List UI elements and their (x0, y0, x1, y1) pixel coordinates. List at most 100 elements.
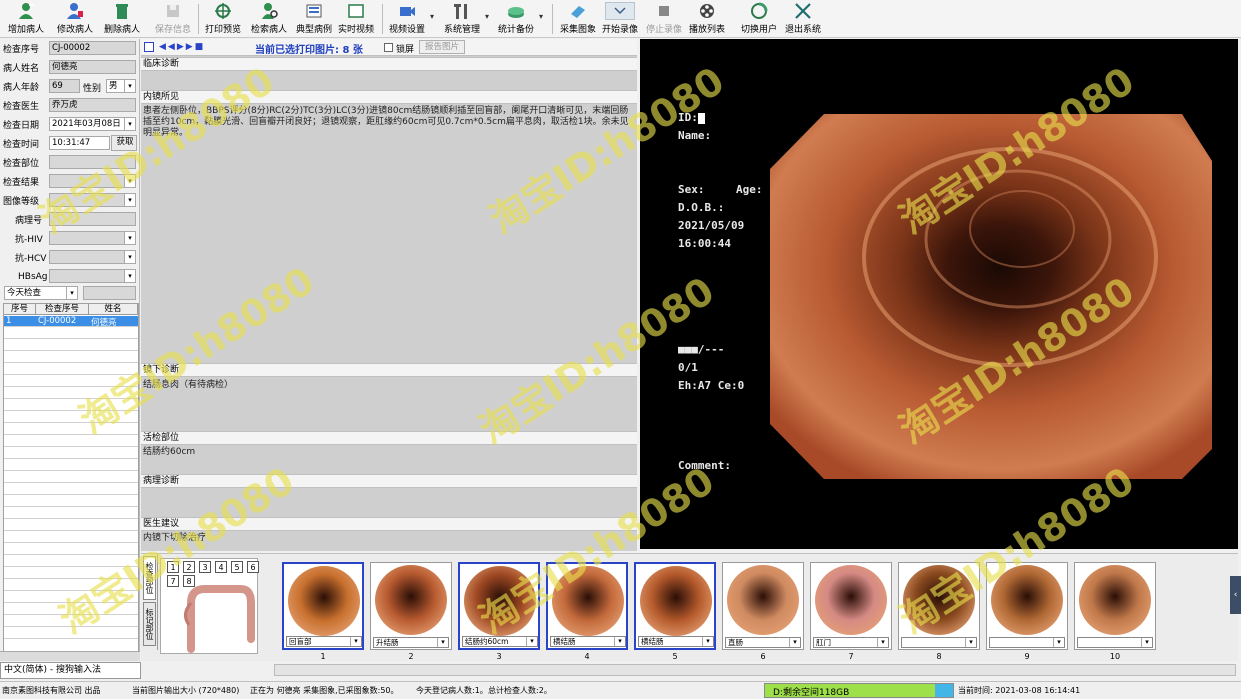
lock-checkbox[interactable] (384, 43, 393, 52)
exam-no-label: 检查序号 (3, 45, 40, 55)
print-preview-button[interactable]: 打印预览 (205, 2, 241, 36)
site-number-button[interactable]: 8 (183, 575, 195, 587)
hcv-select[interactable]: ▾ (49, 250, 136, 264)
edit-patient-button[interactable]: 修改病人 (57, 2, 93, 36)
date-picker[interactable]: 2021年03月08日 ▾ (49, 117, 136, 131)
delete-patient-button[interactable]: 删除病人 (104, 2, 140, 36)
fetch-time-button[interactable]: 获取 (111, 135, 137, 151)
endoscopic-diagnosis-title: 镜下诊断 (141, 363, 637, 377)
playlist-button[interactable]: 播放列表 (689, 2, 725, 36)
endoscopic-findings-text[interactable]: 患者左侧卧位，BBPS评分(8分)RC(2分)TC(3分)LC(3分)进镜80c… (143, 106, 635, 362)
col-header-exam-no[interactable]: 检查序号 (36, 304, 89, 315)
search-patient-button[interactable]: 检索病人 (251, 2, 287, 36)
filter-extra-field[interactable] (83, 286, 136, 300)
site-number-button[interactable]: 4 (215, 561, 227, 573)
thumbnail-item[interactable]: ▾ (898, 562, 980, 650)
thumbnail-site-select[interactable]: 回盲部 ▾ (286, 636, 362, 647)
table-row[interactable]: 1 CJ-00002 何德亮 (4, 316, 138, 328)
site-number-button[interactable]: 1 (167, 561, 179, 573)
dropdown-arrow-icon: ▾ (877, 638, 888, 647)
thumbnail-site-select[interactable]: ▾ (1077, 637, 1153, 648)
thumb-scrollbar[interactable] (274, 664, 1236, 676)
side-collapse-button[interactable]: ‹ (1230, 576, 1241, 614)
report-icon[interactable] (144, 42, 154, 52)
result-select[interactable]: ▾ (49, 174, 136, 188)
thumbnail-site-select[interactable]: ▾ (901, 637, 977, 648)
site-number-button[interactable]: 7 (167, 575, 179, 587)
doctor-advice-text[interactable]: 内镜下切除治疗 (143, 533, 635, 549)
doctor-field[interactable]: 乔万虎 (49, 98, 136, 112)
table-row-empty (4, 376, 138, 387)
video-id-label: ID: (678, 111, 705, 124)
biopsy-site-text[interactable]: 结肠约60cm (143, 447, 635, 473)
pathology-diagnosis-text[interactable] (143, 490, 635, 516)
thumbnail-item[interactable]: 横结肠 ▾ (546, 562, 628, 650)
colon-site-diagram[interactable]: 123456 78 (160, 558, 259, 654)
thumbnail-item[interactable]: 回盲部 ▾ (282, 562, 364, 650)
capture-image-button[interactable]: 采集图象 (560, 2, 596, 36)
thumbnail-item[interactable]: 直肠 ▾ (722, 562, 804, 650)
thumbnail-item[interactable]: 升结肠 ▾ (370, 562, 452, 650)
table-row-empty (4, 580, 138, 591)
live-video-button[interactable]: 实时视频 (338, 2, 374, 36)
col-header-name[interactable]: 姓名 (89, 304, 138, 315)
endoscopic-diagnosis-text[interactable]: 结肠息肉（有待病检） (143, 380, 635, 430)
thumbnail-item[interactable]: ▾ (1074, 562, 1156, 650)
sex-select[interactable]: 男 ▾ (106, 79, 136, 93)
thumbnail-site-select[interactable]: 直肠 ▾ (725, 637, 801, 648)
col-header-no[interactable]: 序号 (4, 304, 36, 315)
save-info-button[interactable]: 保存信息 (155, 2, 191, 36)
pathology-no-field[interactable] (49, 212, 136, 226)
tab-exam-site[interactable]: 检查部位 (143, 556, 156, 600)
thumbnail-site-select[interactable]: 横结肠 ▾ (638, 636, 714, 647)
nav-arrows-icon[interactable]: ◀◀▶▶■ (159, 42, 205, 52)
date-value: 2021年03月08日 (52, 119, 121, 129)
live-video-panel[interactable]: ID: Name: Sex: Age: D.O.B.: 2021/05/09 1… (640, 39, 1238, 549)
video-dob-label: D.O.B.: (678, 201, 725, 214)
time-field[interactable]: 10:31:47 (49, 136, 110, 150)
thumbnail-site-select[interactable]: ▾ (989, 637, 1065, 648)
site-number-button[interactable]: 2 (183, 561, 195, 573)
video-settings-button[interactable]: 视频设置 (389, 2, 434, 36)
site-number-button[interactable]: 6 (247, 561, 259, 573)
horizontal-scrollbar[interactable] (0, 651, 140, 661)
thumbnail-site-select[interactable]: 升结肠 ▾ (373, 637, 449, 648)
add-patient-button[interactable]: 增加病人 (8, 2, 44, 36)
start-recording-button[interactable]: 开始录像 (602, 2, 638, 36)
switch-user-button[interactable]: 切换用户 (741, 2, 777, 36)
site-number-button[interactable]: 3 (199, 561, 211, 573)
grade-select[interactable]: ▾ (49, 193, 136, 207)
video-settings-icon (398, 2, 416, 20)
thumbnail-site-select[interactable]: 肛门 ▾ (813, 637, 889, 648)
thumbnail-strip: 检查部位 标记部位 123456 78 回盲部 ▾ 1 升结肠 ▾ 2 结肠约60cm ▾ 3 横结… (141, 553, 1238, 676)
hiv-select[interactable]: ▾ (49, 231, 136, 245)
thumbnail-item[interactable]: 肛门 ▾ (810, 562, 892, 650)
hbsag-select[interactable]: ▾ (49, 269, 136, 283)
thumbnail-site-select[interactable]: 横结肠 ▾ (550, 636, 626, 647)
exam-filter-select[interactable]: 今天检查 ▾ (4, 286, 78, 300)
stop-recording-button[interactable]: 停止录像 (646, 2, 682, 36)
table-row-empty (4, 592, 138, 603)
age-field[interactable]: 69 (49, 79, 80, 93)
thumbnail-item[interactable]: ▾ (986, 562, 1068, 650)
site-field[interactable] (49, 155, 136, 169)
thumbnail-site-select[interactable]: 结肠约60cm ▾ (462, 636, 538, 647)
video-id-text: ID: (678, 111, 698, 124)
site-number-button[interactable]: 5 (231, 561, 243, 573)
thumbnail-item[interactable]: 横结肠 ▾ (634, 562, 716, 650)
date-row: 检查日期 (3, 117, 39, 132)
video-name-label: Name: (678, 129, 712, 142)
exit-system-button[interactable]: 退出系统 (785, 2, 821, 36)
thumbnail-number: 4 (584, 652, 590, 661)
thumbnail-item[interactable]: 结肠约60cm ▾ (458, 562, 540, 650)
exam-no-field[interactable]: CJ-00002 (49, 41, 136, 55)
name-field[interactable]: 何德亮 (49, 60, 136, 74)
live-video-label: 实时视频 (338, 25, 375, 35)
tab-mark-site[interactable]: 标记部位 (143, 602, 156, 646)
stats-backup-button[interactable]: 统计备份 (498, 2, 543, 36)
typical-case-label: 典型病例 (296, 25, 333, 35)
system-admin-button[interactable]: 系统管理 (444, 2, 489, 36)
report-image-button[interactable]: 报告图片 (419, 40, 465, 54)
typical-case-button[interactable]: 典型病例 (296, 2, 332, 36)
clinical-diagnosis-text[interactable] (143, 73, 635, 89)
